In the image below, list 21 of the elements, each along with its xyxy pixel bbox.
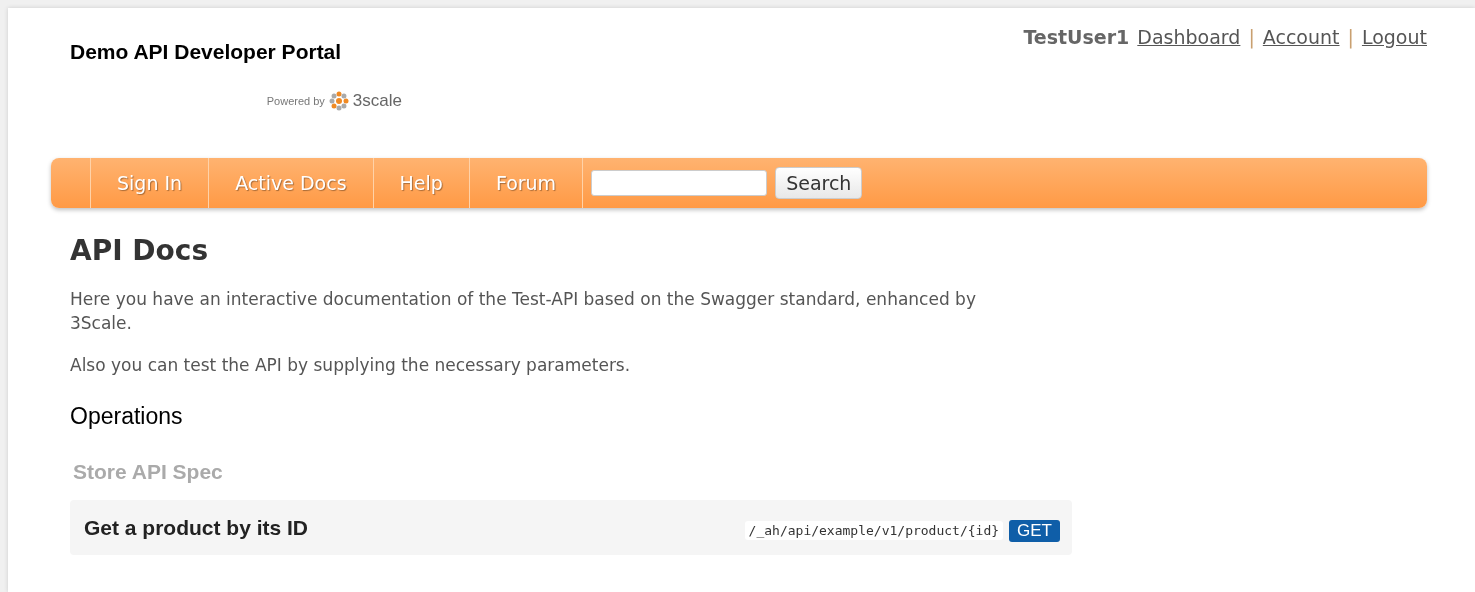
intro-paragraph: Here you have an interactive documentation of the Test-API based on the Swagger standard, enhanced by 3Scale. [70, 288, 977, 335]
spec-title: Store API Spec [73, 460, 224, 484]
powered-by-text: Powered by [266, 95, 325, 107]
site-title: Demo API Developer Portal [70, 40, 342, 64]
intro-paragraph: Also you can test the API by supplying the necessary parameters. [70, 354, 632, 377]
user-link[interactable]: Logout [1361, 26, 1427, 48]
user-link[interactable]: Dashboard [1137, 26, 1241, 48]
username: TestUser1 [1023, 26, 1130, 48]
user-link[interactable]: Account [1262, 26, 1340, 48]
section-heading: Operations [70, 403, 184, 430]
endpoint-path: /_ah/api/example/v1/product/{id} [744, 521, 1004, 540]
page-title: API Docs [70, 234, 210, 267]
separator: | [1248, 26, 1255, 48]
method-badge: GET [1009, 519, 1060, 542]
separator: | [1347, 26, 1354, 48]
operation-row[interactable]: Get a product by its ID /_ah/api/example/v1/product/{id} GET [70, 500, 1072, 555]
search-button[interactable]: Search [775, 167, 863, 199]
operation-summary: Get a product by its ID [84, 515, 309, 540]
search-field[interactable] [591, 170, 768, 196]
brand-text: 3scale [352, 91, 402, 111]
logo-icon [327, 90, 350, 112]
